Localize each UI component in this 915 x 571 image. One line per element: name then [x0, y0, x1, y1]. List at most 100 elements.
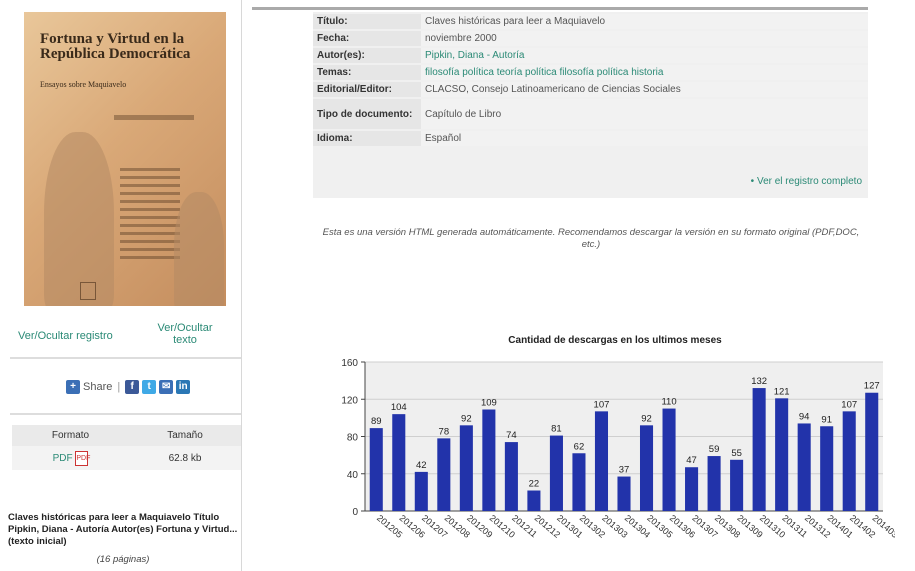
record-row: Temas: filosofía política teoría polític…	[313, 65, 868, 80]
record-row: Fecha: noviembre 2000	[313, 31, 868, 46]
cover-title: Fortuna y Virtud en la República Democrá…	[40, 31, 191, 62]
bar	[572, 453, 586, 511]
bar	[482, 409, 496, 511]
size-header: Tamaño	[128, 425, 241, 446]
bar	[730, 459, 744, 511]
cover-publisher-logo	[80, 282, 96, 300]
bar	[527, 490, 541, 511]
record-label: Tipo de documento:	[313, 99, 421, 129]
data-label: 121	[774, 386, 790, 397]
pdf-icon[interactable]: PDF	[75, 450, 90, 466]
cover-subtitle: Ensayos sobre Maquiavelo	[40, 80, 127, 89]
bar	[820, 426, 834, 511]
record-row: Autor(es): Pipkin, Diana - Autoría	[313, 48, 868, 63]
record-label: Editorial/Editor:	[313, 82, 421, 97]
record-label: Fecha:	[313, 31, 421, 46]
bar	[842, 411, 856, 511]
twitter-icon[interactable]: t	[142, 380, 157, 394]
chart-title: Cantidad de descargas en los ultimos mes…	[508, 335, 722, 346]
bar	[392, 414, 406, 511]
bar	[685, 467, 699, 511]
linkedin-icon[interactable]: in	[176, 380, 191, 394]
record-panel: Título: Claves históricas para leer a Ma…	[313, 12, 868, 198]
pdf-download-link[interactable]: PDF	[53, 453, 73, 464]
chart-plot-area: 0408012016089201205104201206422012077820…	[341, 358, 895, 540]
bar	[594, 411, 609, 511]
data-label: 91	[821, 414, 832, 425]
divider	[10, 413, 241, 415]
html-version-note: Esta es una versión HTML generada automá…	[322, 227, 860, 250]
left-panel: Fortuna y Virtud en la República Democrá…	[0, 0, 242, 571]
data-label: 37	[619, 465, 630, 476]
record-value: noviembre 2000	[421, 31, 868, 46]
format-table: Formato Tamaño PDF PDF 62.8 kb	[12, 425, 241, 470]
data-label: 127	[864, 381, 880, 392]
toggle-texto-link[interactable]: Ver/Ocultar texto	[150, 322, 220, 346]
cover-contents-lines	[120, 168, 180, 264]
bar	[639, 425, 654, 511]
data-label: 78	[439, 426, 450, 437]
y-tick-label: 0	[352, 507, 358, 518]
y-tick-label: 80	[347, 433, 359, 444]
share-label[interactable]: Share	[83, 381, 112, 393]
record-value: filosofía política teoría política filos…	[421, 65, 868, 80]
data-label: 62	[574, 441, 585, 452]
toggle-registro-link[interactable]: Ver/Ocultar registro	[18, 330, 113, 342]
bar	[775, 398, 789, 511]
record-value: CLACSO, Consejo Latinoamericano de Cienc…	[421, 82, 868, 97]
bar	[662, 408, 676, 511]
book-cover: Fortuna y Virtud en la República Democrá…	[24, 12, 226, 306]
record-row: Tipo de documento: Capítulo de Libro	[313, 99, 868, 129]
bar	[752, 388, 766, 511]
data-label: 74	[506, 430, 517, 441]
data-label: 92	[641, 413, 652, 424]
record-label: Temas:	[313, 65, 421, 80]
data-label: 109	[481, 397, 497, 408]
format-cell[interactable]: PDF PDF	[12, 446, 129, 470]
data-label: 55	[731, 448, 742, 459]
data-label: 104	[391, 402, 407, 413]
record-label: Título:	[313, 14, 421, 29]
bar	[369, 428, 383, 511]
cover-author-line	[114, 115, 194, 120]
data-label: 132	[751, 376, 767, 387]
record-value: Claves históricas para leer a Maquiavelo	[421, 14, 868, 29]
record-row: Título: Claves históricas para leer a Ma…	[313, 14, 868, 29]
data-label: 94	[799, 411, 810, 422]
record-table: Título: Claves históricas para leer a Ma…	[313, 12, 868, 148]
bar	[707, 456, 721, 511]
data-label: 47	[686, 455, 697, 466]
record-value: Español	[421, 131, 868, 146]
record-value: Pipkin, Diana - Autoría	[421, 48, 868, 63]
facebook-icon[interactable]: f	[125, 380, 140, 394]
bar	[437, 438, 451, 511]
text-summary: Claves históricas para leer a Maquiavelo…	[8, 512, 238, 547]
data-label: 92	[461, 413, 472, 424]
topics-links[interactable]: filosofía política teoría política filos…	[425, 67, 663, 78]
top-rule	[252, 7, 868, 10]
record-label: Idioma:	[313, 131, 421, 146]
bar	[617, 476, 631, 511]
record-label: Autor(es):	[313, 48, 421, 63]
data-label: 81	[551, 424, 562, 435]
bar	[865, 392, 879, 511]
downloads-chart: Cantidad de descargas en los ultimos mes…	[341, 335, 895, 540]
author-link[interactable]: Pipkin, Diana - Autoría	[425, 50, 525, 61]
format-header: Formato	[12, 425, 129, 446]
data-label: 107	[841, 399, 857, 410]
ver-registro-completo-link[interactable]: • Ver el registro completo	[751, 176, 862, 187]
data-label: 42	[416, 460, 427, 471]
data-label: 107	[594, 399, 610, 410]
email-icon[interactable]: ✉	[159, 380, 174, 394]
share-plus-icon[interactable]: +	[66, 380, 80, 394]
cover-figure-right	[174, 192, 224, 306]
bar	[504, 442, 518, 511]
y-tick-label: 40	[347, 470, 359, 481]
y-tick-label: 120	[341, 395, 358, 406]
data-label: 110	[661, 397, 676, 408]
record-row: Idioma: Español	[313, 131, 868, 146]
divider	[10, 357, 241, 359]
bar	[459, 425, 473, 511]
share-bar: + Share | f t ✉ in	[66, 378, 191, 396]
share-separator: |	[117, 381, 121, 393]
